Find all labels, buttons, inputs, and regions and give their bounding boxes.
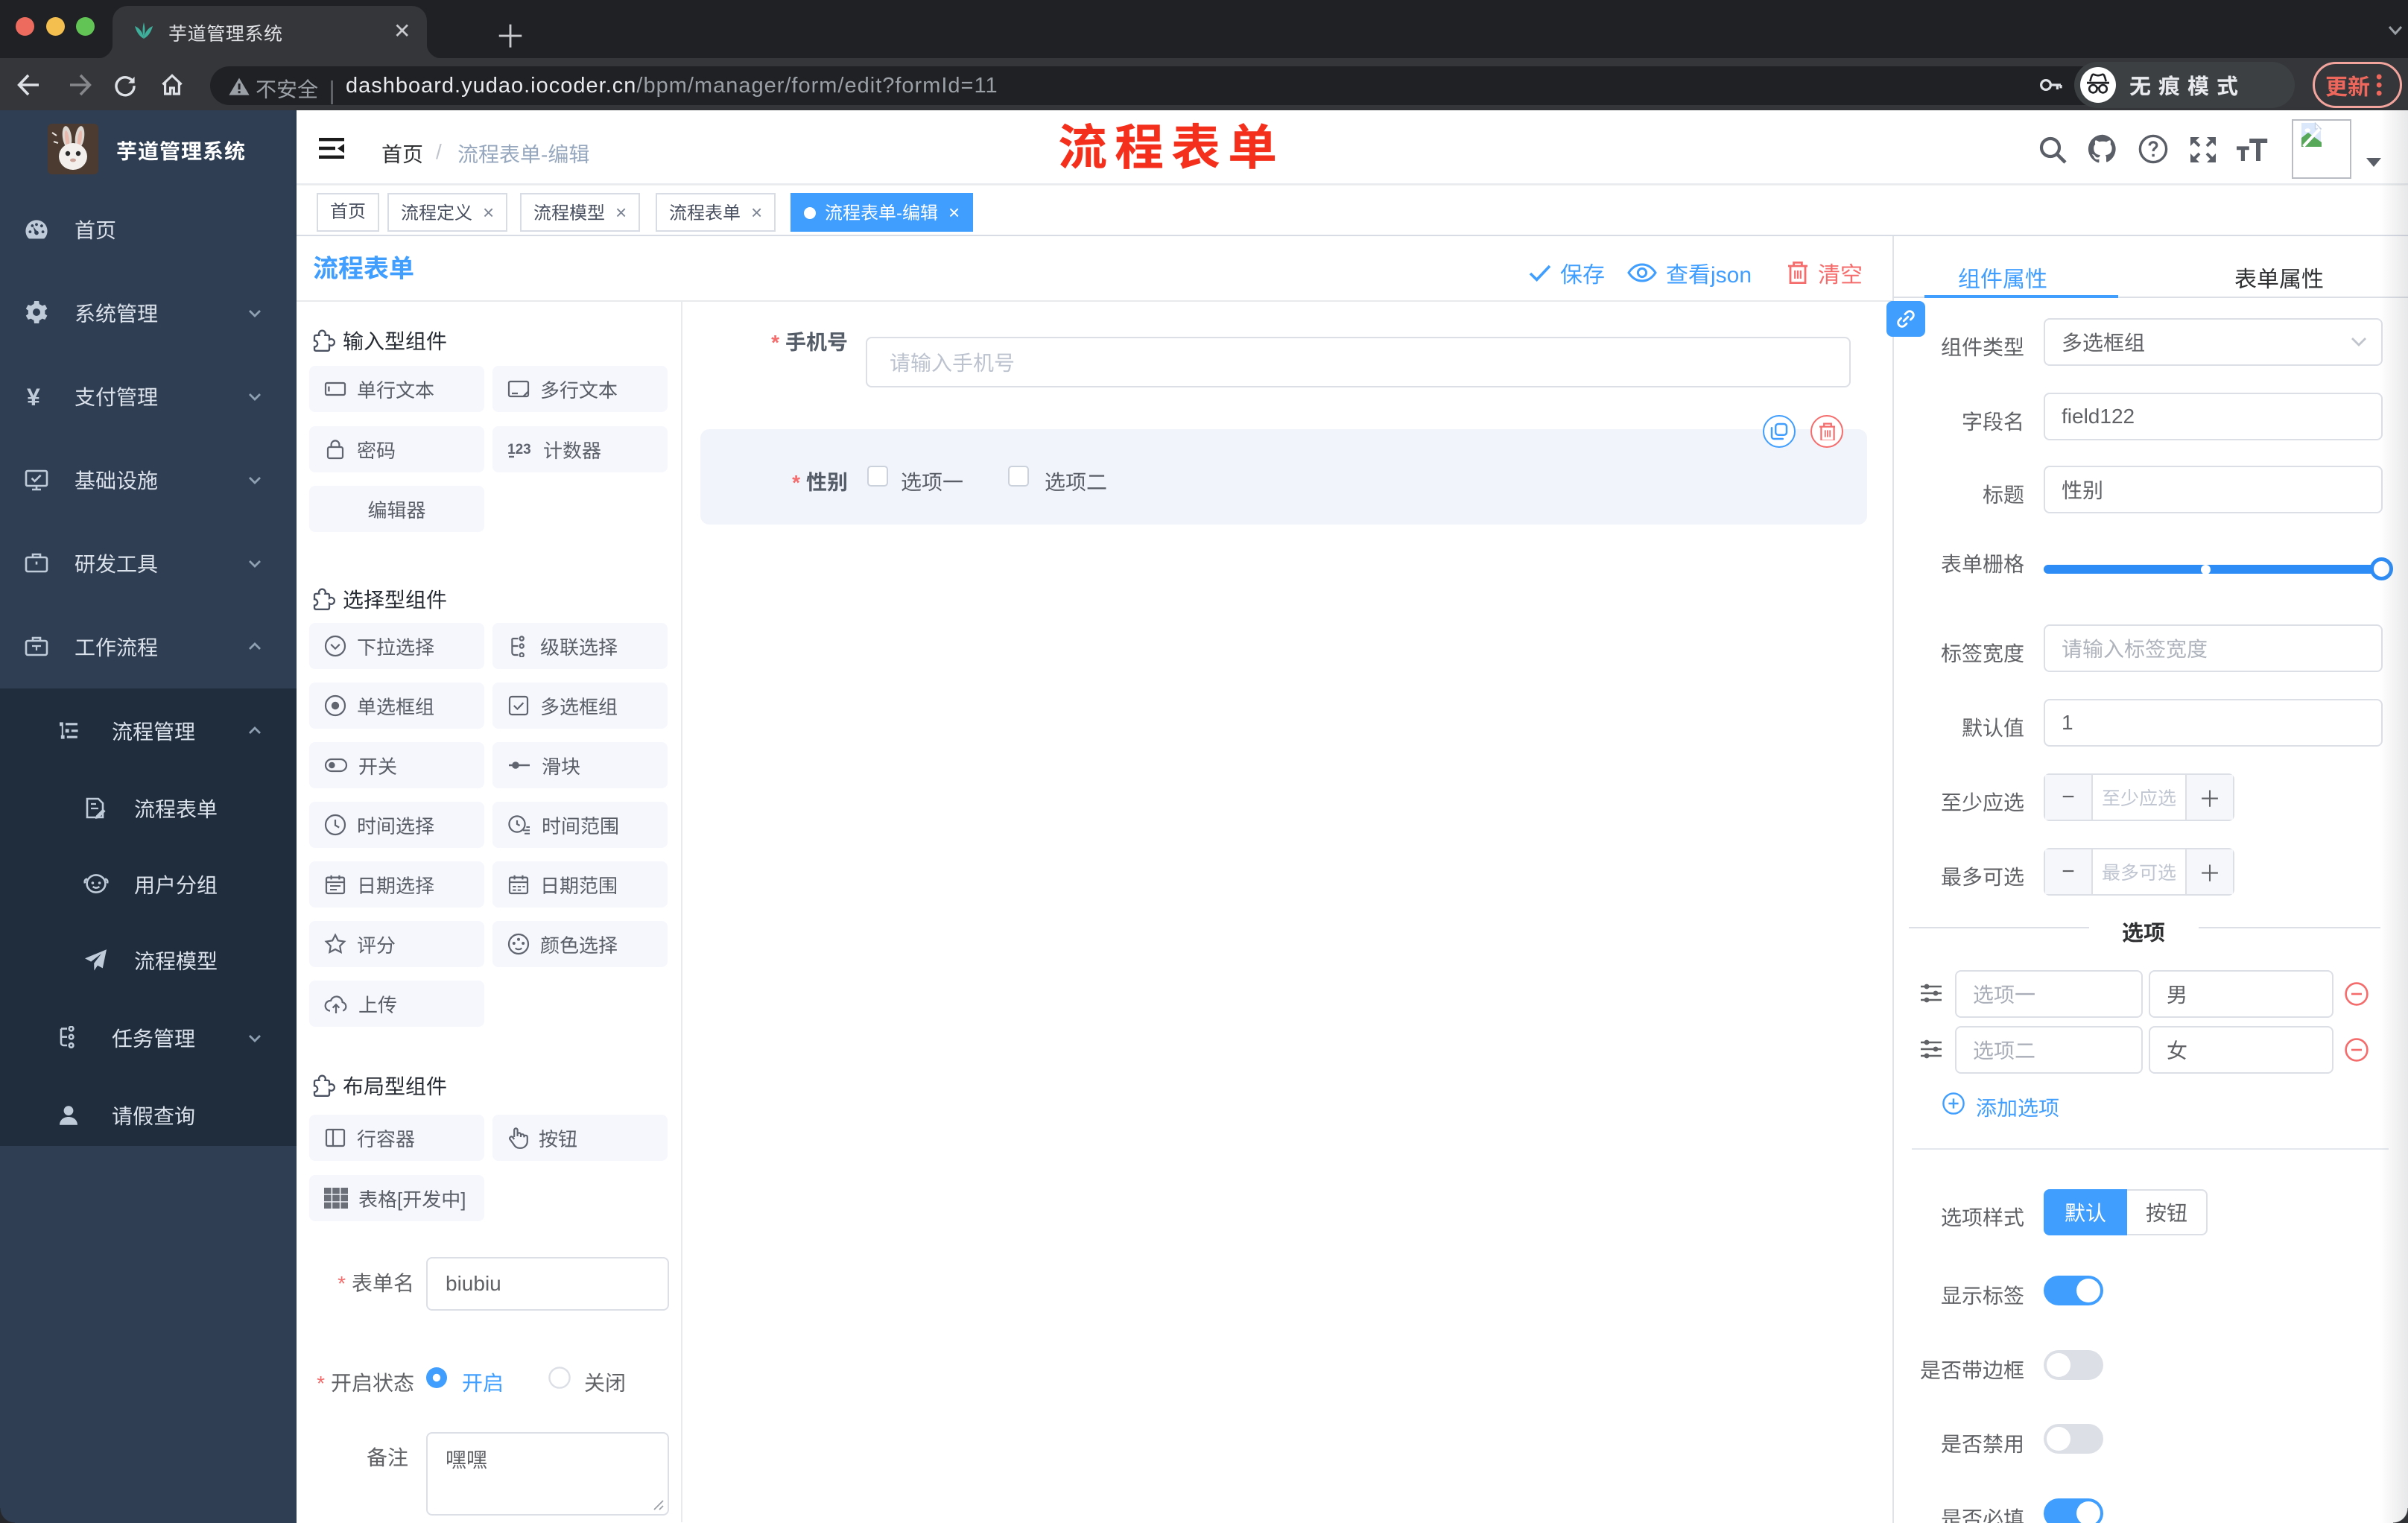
svg-text:¥: ¥ [27, 384, 40, 409]
svg-text:123: 123 [507, 442, 531, 457]
